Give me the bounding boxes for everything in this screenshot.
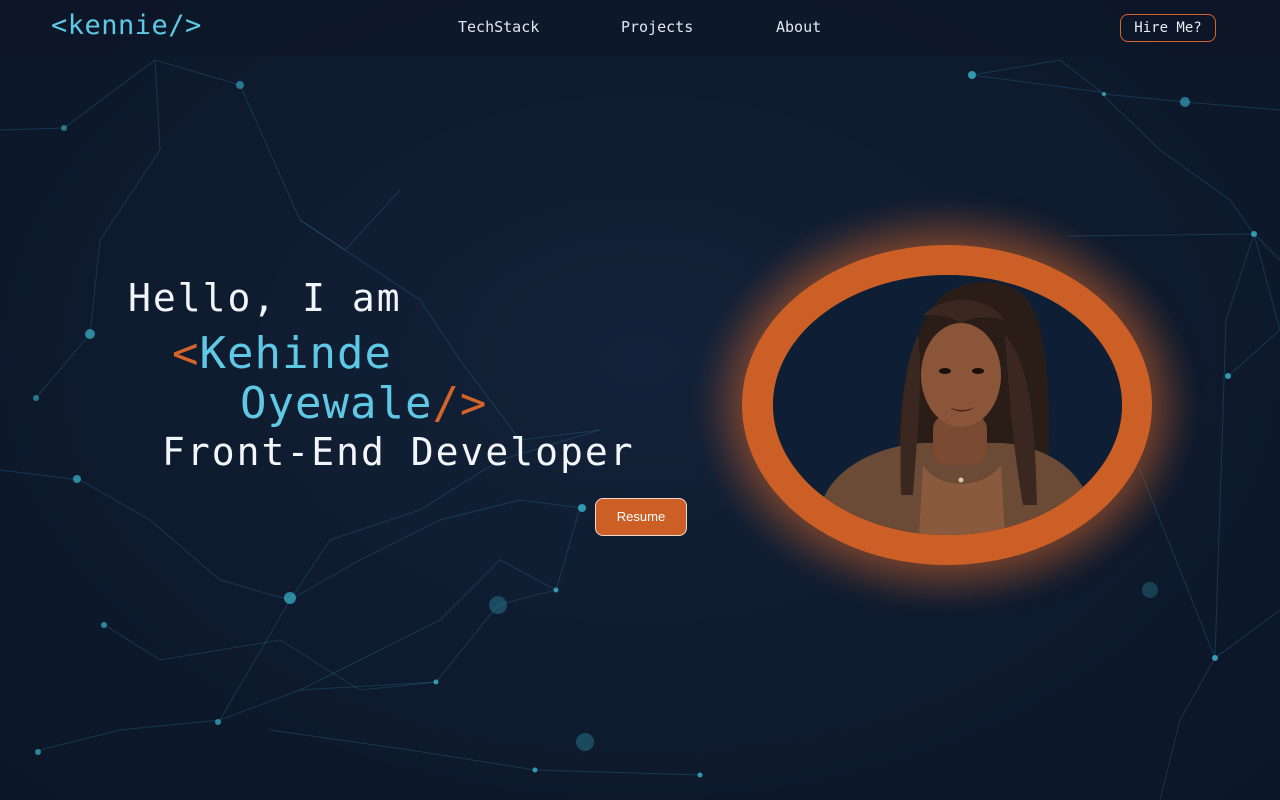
resume-button[interactable]: Resume <box>595 498 687 536</box>
hero-name-last: Oyewale/> <box>240 378 487 429</box>
hero-greeting: Hello, I am <box>128 276 402 320</box>
profile-photo-illustration <box>773 275 1122 535</box>
nav-link-projects[interactable]: Projects <box>621 18 693 36</box>
landing-page: <kennie/> TechStack Projects About Hire … <box>0 0 1280 800</box>
last-name: Oyewale <box>240 378 433 429</box>
hire-me-button[interactable]: Hire Me? <box>1120 14 1216 42</box>
nav-link-techstack[interactable]: TechStack <box>458 18 539 36</box>
open-bracket: < <box>172 328 200 379</box>
site-logo[interactable]: <kennie/> <box>51 10 202 41</box>
profile-photo <box>773 275 1122 535</box>
first-name: Kehinde <box>199 328 392 379</box>
close-bracket: /> <box>432 378 488 429</box>
hero-name-first: <Kehinde <box>172 328 392 379</box>
nav-link-about[interactable]: About <box>776 18 821 36</box>
top-navbar: <kennie/> TechStack Projects About Hire … <box>0 0 1280 56</box>
hero-role: Front-End Developer <box>162 430 635 474</box>
